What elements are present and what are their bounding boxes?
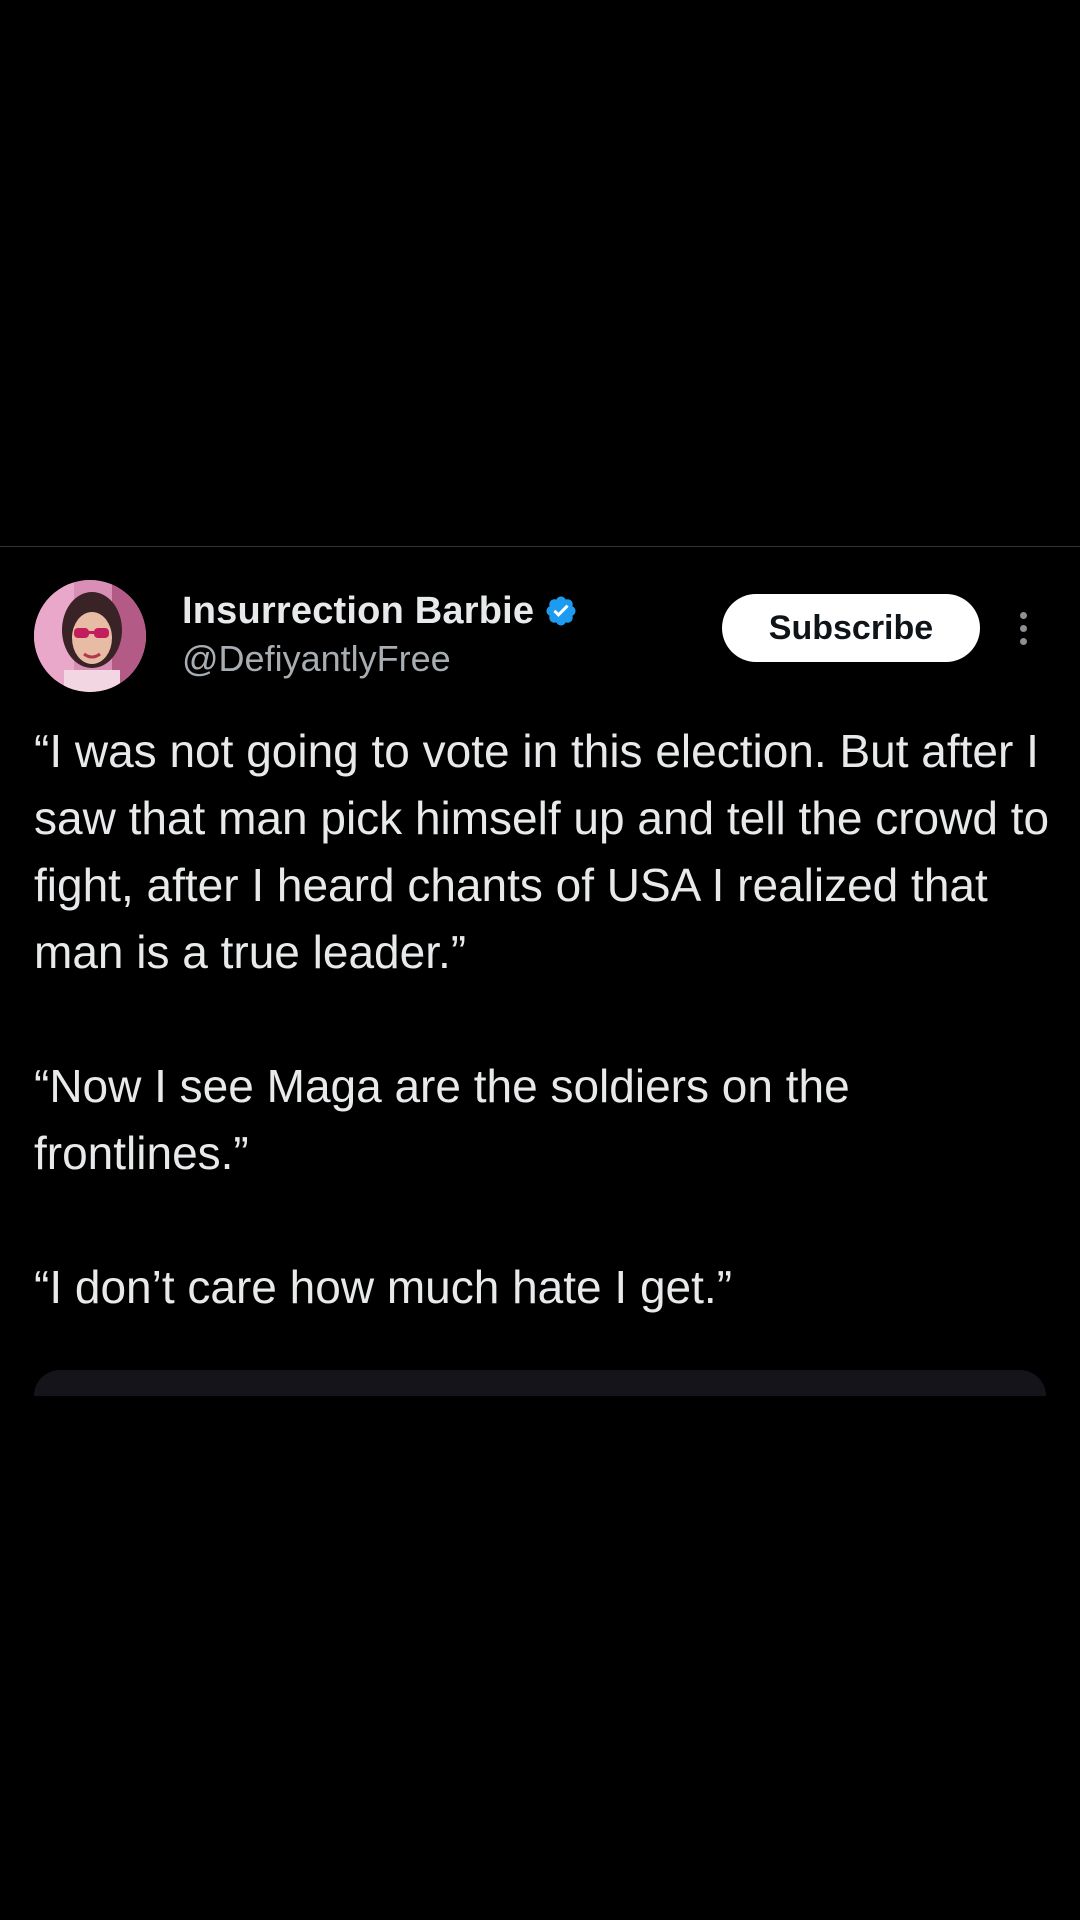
more-options-icon[interactable] [1008, 598, 1038, 658]
media-card[interactable] [34, 1370, 1046, 1396]
verified-badge-icon [546, 596, 576, 626]
display-name-row: Insurrection Barbie [182, 586, 578, 636]
tweet-paragraph: “I don’t care how much hate I get.” [34, 1261, 733, 1313]
dot [1019, 637, 1027, 645]
tweet-paragraph: “I was not going to vote in this electio… [34, 725, 1050, 978]
user-handle[interactable]: @DefiyantlyFree [182, 638, 578, 680]
subscribe-button[interactable]: Subscribe [722, 594, 980, 662]
avatar-image [34, 580, 146, 692]
author-block: Insurrection Barbie @DefiyantlyFree [182, 586, 578, 680]
top-divider [0, 546, 1080, 547]
tweet-text: “I was not going to vote in this electio… [34, 718, 1054, 1321]
dot [1019, 624, 1027, 632]
display-name[interactable]: Insurrection Barbie [182, 590, 534, 633]
avatar[interactable] [34, 580, 146, 692]
tweet-paragraph: “Now I see Maga are the soldiers on the … [34, 1060, 850, 1179]
dot [1019, 611, 1027, 619]
tweet-header: Insurrection Barbie @DefiyantlyFree Subs… [34, 580, 1046, 696]
